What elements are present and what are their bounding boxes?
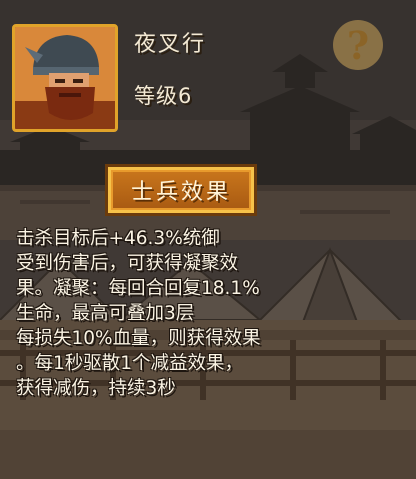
bearded-warrior-portrait (15, 27, 115, 129)
effect-description: 击杀目标后+46.3%统御 受到伤害后，可获得凝聚效 果。凝聚：每回合回复18.… (16, 226, 402, 401)
effect-line: 果。凝聚：每回合回复18.1% (16, 278, 260, 299)
question-icon[interactable]: ? (333, 20, 383, 70)
effect-line: 受到伤害后，可获得凝聚效 (16, 253, 239, 274)
effect-line: 每损失10%血量，则获得效果 (16, 328, 261, 349)
effect-line: 生命，最高可叠加3层 (16, 303, 195, 324)
effect-line: 获得减伤，持续3秒 (16, 378, 176, 399)
help-symbol: ? (346, 22, 370, 68)
effect-line: 击杀目标后+46.3%统御 (16, 228, 220, 249)
effect-line: 。每1秒驱散1个减益效果， (16, 353, 244, 374)
section-title: 士兵效果 (130, 180, 231, 205)
unit-portrait (12, 24, 118, 132)
unit-name: 夜叉行 (134, 32, 207, 57)
unit-level: 等级6 (134, 84, 193, 108)
section-title-banner: 士兵效果 (108, 167, 254, 213)
